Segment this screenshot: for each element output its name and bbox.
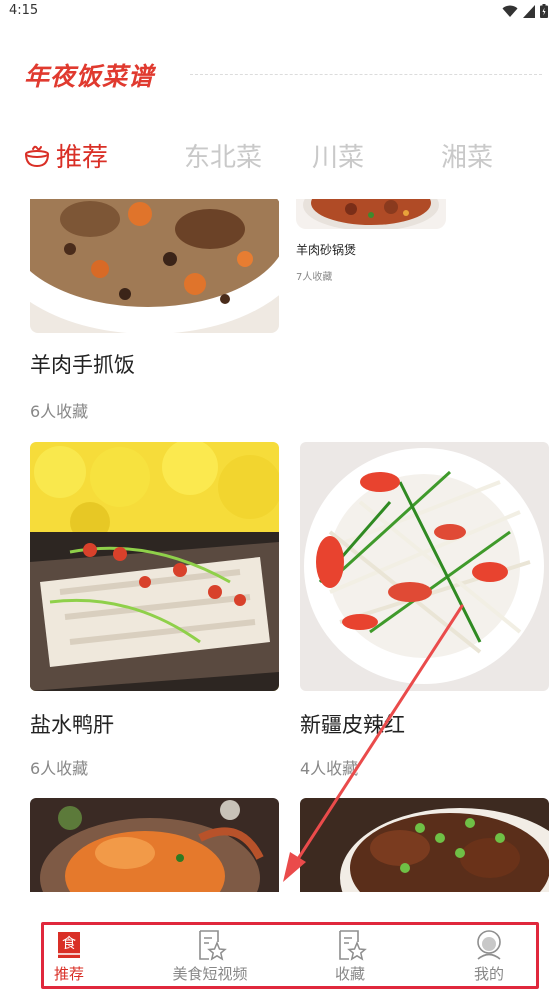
nav-video[interactable]: 美食短视频 (155, 928, 265, 986)
favorites-icon (339, 930, 367, 961)
tab-recommend[interactable]: 推荐 (56, 137, 108, 174)
recipe-card-pilaf[interactable]: 羊肉手抓饭 6人收藏 (30, 199, 279, 429)
recipe-card-casserole[interactable]: 羊肉砂锅煲 7人收藏 (296, 199, 456, 289)
recipe-title[interactable]: 羊肉手抓饭 (30, 349, 135, 379)
app-logo: 年夜饭菜谱 (24, 57, 154, 93)
tab-hunan[interactable]: 湘菜 (441, 137, 493, 174)
recipe-title[interactable]: 羊肉砂锅煲 (296, 241, 356, 258)
favorite-count: 6人收藏 (30, 402, 89, 421)
recipe-title[interactable]: 新疆皮辣红 (300, 709, 405, 739)
recipe-image-salad[interactable] (300, 442, 549, 691)
nav-label: 我的 (473, 965, 504, 983)
recipe-feed[interactable]: 羊肉手抓饭 6人收藏 羊肉砂锅煲 7人收藏 盐水鸭肝 6人收藏 新疆皮辣红 4人… (0, 199, 560, 892)
nav-profile[interactable]: 我的 (434, 928, 544, 986)
recipe-title[interactable]: 盐水鸭肝 (30, 709, 114, 739)
recipe-image-crab[interactable] (30, 798, 279, 892)
recipe-image-pilaf[interactable] (30, 199, 279, 333)
signal-icon (523, 4, 535, 18)
tab-dongbei[interactable]: 东北菜 (184, 137, 262, 174)
profile-icon (477, 930, 501, 960)
video-icon (199, 930, 227, 961)
tab-sichuan[interactable]: 川菜 (312, 137, 364, 174)
status-bar: 4:15 (0, 0, 560, 24)
nav-label: 美食短视频 (172, 965, 248, 983)
bowl-icon (25, 145, 49, 168)
nav-recommend[interactable]: 食 推荐 (14, 928, 124, 986)
wifi-icon (502, 5, 518, 17)
status-time: 4:15 (9, 3, 39, 18)
favorite-count: 7人收藏 (296, 272, 333, 283)
recipe-card-braised[interactable] (300, 798, 549, 892)
recipe-card-crab[interactable] (30, 798, 279, 892)
status-icons (502, 4, 548, 18)
favorite-count: 4人收藏 (300, 759, 359, 778)
header-divider (190, 74, 542, 75)
svg-text:食: 食 (62, 935, 76, 952)
nav-favorites[interactable]: 收藏 (295, 928, 405, 986)
nav-label: 收藏 (334, 965, 365, 983)
app-title: 年夜饭菜谱 (24, 62, 155, 91)
battery-icon (540, 4, 548, 18)
recipe-image-duck[interactable] (30, 442, 279, 691)
favorite-count: 6人收藏 (30, 759, 89, 778)
recipe-image-braised[interactable] (300, 798, 549, 892)
nav-label: 推荐 (53, 965, 84, 983)
category-tabs: 推荐 东北菜 川菜 湘菜 (0, 132, 560, 180)
recipe-card-duck[interactable]: 盐水鸭肝 6人收藏 (30, 442, 279, 782)
recipe-image-casserole[interactable] (296, 199, 446, 229)
recipe-card-salad[interactable]: 新疆皮辣红 4人收藏 (300, 442, 549, 782)
recommend-icon: 食 (58, 932, 80, 958)
